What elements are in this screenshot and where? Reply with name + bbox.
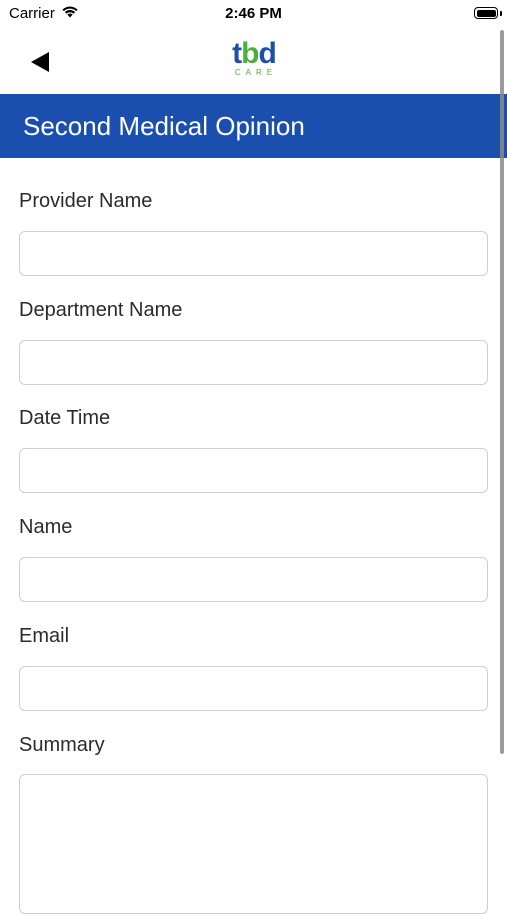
nav-bar: tbd CARE [0, 30, 507, 94]
provider-name-label: Provider Name [19, 190, 153, 212]
battery-icon [474, 7, 498, 19]
logo: tbd CARE [222, 37, 286, 78]
status-time: 2:46 PM [225, 5, 282, 22]
summary-field[interactable] [19, 774, 488, 914]
battery-nub [500, 11, 502, 16]
provider-name-field[interactable] [19, 231, 488, 276]
logo-wordmark: tbd [232, 37, 277, 70]
email-label: Email [19, 625, 70, 647]
date-time-label: Date Time [19, 407, 111, 429]
email-field[interactable] [19, 666, 488, 711]
name-field[interactable] [19, 557, 488, 602]
back-arrow-icon [31, 52, 49, 72]
name-label: Name [19, 516, 73, 538]
page-header: Second Medical Opinion [0, 94, 507, 158]
summary-label: Summary [19, 734, 105, 756]
scrollbar[interactable] [500, 30, 504, 754]
page-title: Second Medical Opinion [23, 110, 305, 141]
logo-subtitle: CARE [234, 68, 278, 77]
back-button[interactable] [22, 44, 58, 80]
department-name-label: Department Name [19, 299, 183, 321]
status-bar: Carrier 2:46 PM [0, 0, 507, 30]
department-name-field[interactable] [19, 340, 488, 385]
date-time-field[interactable] [19, 448, 488, 493]
